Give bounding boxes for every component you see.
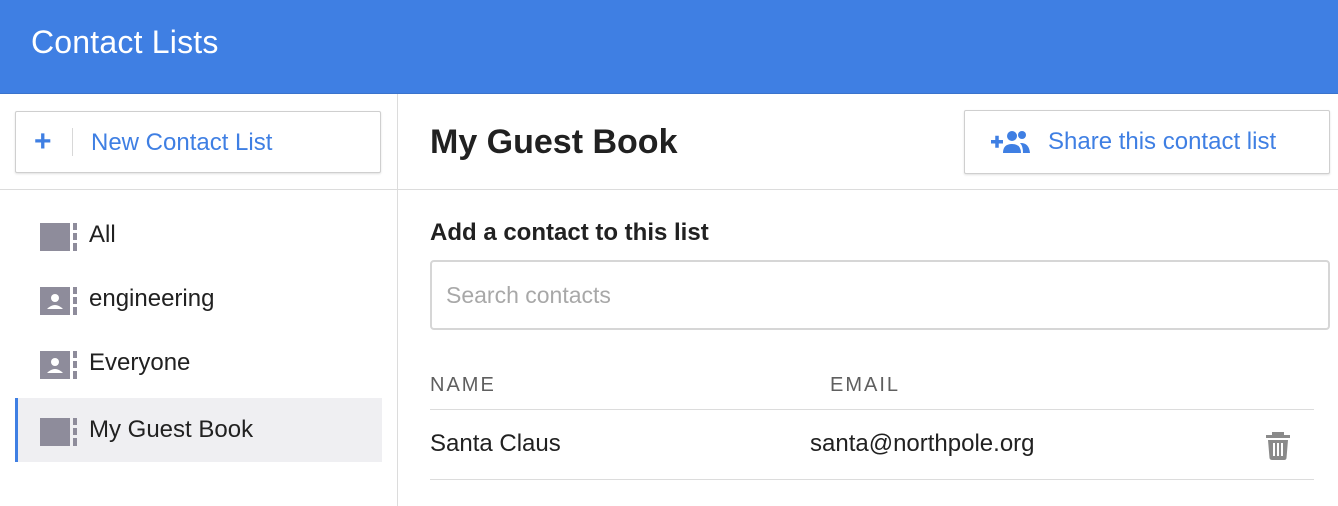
contact-email: santa@northpole.org bbox=[810, 430, 1035, 457]
table-header: NAME EMAIL bbox=[430, 364, 1314, 410]
plus-icon: + bbox=[34, 125, 52, 158]
sidebar-item-everyone[interactable]: Everyone bbox=[15, 331, 382, 395]
share-contact-list-button[interactable]: Share this contact list bbox=[964, 110, 1330, 174]
sidebar-toolbar: + New Contact List bbox=[0, 94, 397, 190]
contact-card-icon bbox=[40, 287, 77, 315]
new-contact-list-button[interactable]: + New Contact List bbox=[15, 111, 381, 173]
search-contacts-input[interactable] bbox=[430, 260, 1330, 330]
contact-card-icon bbox=[40, 351, 77, 379]
add-group-icon bbox=[991, 131, 1030, 153]
sidebar-item-label: All bbox=[89, 221, 116, 248]
trash-icon[interactable] bbox=[1264, 430, 1292, 460]
add-contact-heading: Add a contact to this list bbox=[430, 219, 709, 246]
app-header: Contact Lists bbox=[0, 0, 1338, 94]
contact-list-icon bbox=[40, 223, 77, 251]
sidebar-item-label: My Guest Book bbox=[89, 416, 254, 443]
button-divider bbox=[72, 128, 73, 156]
sidebar-item-label: Everyone bbox=[89, 349, 191, 376]
main-content: My Guest Book Share this contact list Ad… bbox=[398, 94, 1338, 506]
contact-list-icon bbox=[40, 418, 77, 446]
page-title: My Guest Book bbox=[430, 123, 678, 161]
main-toolbar: My Guest Book Share this contact list bbox=[398, 94, 1338, 190]
app-title: Contact Lists bbox=[31, 24, 219, 60]
sidebar-item-my-guest-book[interactable]: My Guest Book bbox=[15, 398, 382, 462]
share-contact-list-label: Share this contact list bbox=[1048, 128, 1277, 155]
column-header-email: EMAIL bbox=[830, 374, 901, 396]
sidebar-item-label: engineering bbox=[89, 285, 215, 312]
column-header-name: NAME bbox=[430, 374, 496, 396]
sidebar-item-all[interactable]: All bbox=[15, 203, 382, 267]
new-contact-list-label: New Contact List bbox=[91, 129, 273, 156]
sidebar: + New Contact List All engineering Every… bbox=[0, 94, 398, 506]
contact-name: Santa Claus bbox=[430, 430, 561, 457]
table-row: Santa Claus santa@northpole.org bbox=[430, 410, 1314, 480]
sidebar-item-engineering[interactable]: engineering bbox=[15, 267, 382, 331]
